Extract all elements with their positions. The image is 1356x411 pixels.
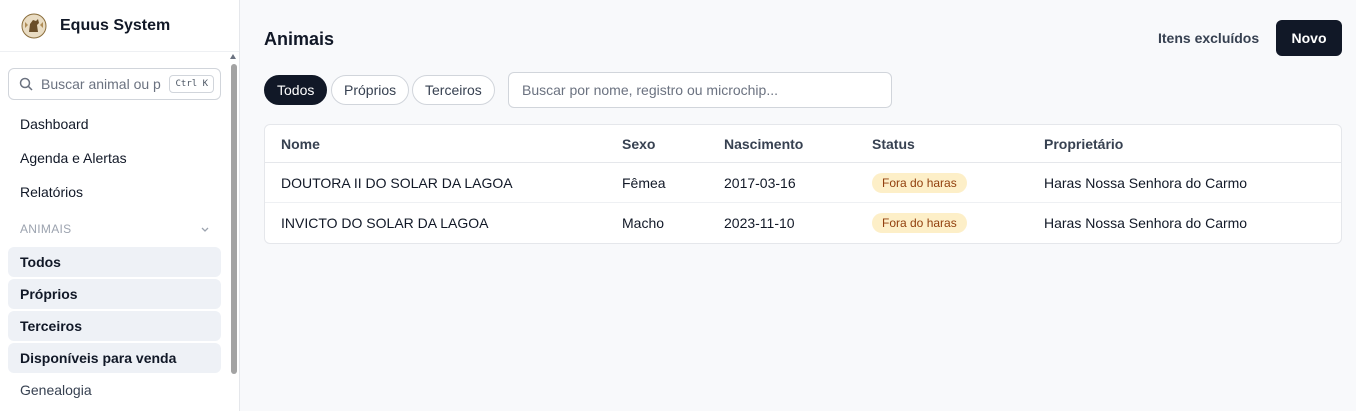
cell-sexo: Fêmea xyxy=(622,175,666,191)
brand[interactable]: Equus System xyxy=(0,0,239,52)
sidebar-item-venda[interactable]: Disponíveis para venda xyxy=(8,343,221,373)
sidebar-item-terceiros[interactable]: Terceiros xyxy=(8,311,221,341)
cell-nome: DOUTORA II DO SOLAR DA LAGOA xyxy=(281,175,513,191)
column-nome[interactable]: Nome xyxy=(281,136,320,152)
cell-nome: INVICTO DO SOLAR DA LAGOA xyxy=(281,215,489,231)
scroll-thumb[interactable] xyxy=(231,64,237,374)
sidebar-search-input[interactable] xyxy=(41,76,161,92)
section-label: ANIMAIS xyxy=(20,222,72,236)
column-nascimento[interactable]: Nascimento xyxy=(724,136,803,152)
app-title: Equus System xyxy=(60,16,171,34)
animals-table: Nome Sexo Nascimento Status Proprietário… xyxy=(264,124,1342,244)
table-header: Nome Sexo Nascimento Status Proprietário xyxy=(265,125,1341,163)
shortcut-badge: Ctrl K xyxy=(169,75,214,93)
status-badge: Fora do haras xyxy=(872,213,967,233)
sidebar-item-relatorios[interactable]: Relatórios xyxy=(20,184,83,200)
chevron-down-icon xyxy=(201,227,209,232)
filter-todos[interactable]: Todos xyxy=(264,75,328,105)
sidebar-item-todos[interactable]: Todos xyxy=(8,247,221,277)
sidebar-item-agenda[interactable]: Agenda e Alertas xyxy=(20,150,127,166)
table-row[interactable]: DOUTORA II DO SOLAR DA LAGOA Fêmea 2017-… xyxy=(265,163,1341,203)
column-proprietario[interactable]: Proprietário xyxy=(1044,136,1123,152)
section-animais[interactable]: ANIMAIS xyxy=(20,222,210,236)
cell-proprietario: Haras Nossa Senhora do Carmo xyxy=(1044,215,1248,231)
search-icon xyxy=(19,77,33,91)
column-status[interactable]: Status xyxy=(872,136,915,152)
status-badge: Fora do haras xyxy=(872,173,967,193)
table-row[interactable]: INVICTO DO SOLAR DA LAGOA Macho 2023-11-… xyxy=(265,203,1341,243)
column-sexo[interactable]: Sexo xyxy=(622,136,655,152)
sidebar-search[interactable]: Ctrl K xyxy=(8,68,221,100)
horse-crest-icon xyxy=(21,13,47,38)
animal-search-input[interactable] xyxy=(508,72,892,108)
cell-nascimento: 2023-11-10 xyxy=(724,215,795,231)
cell-proprietario: Haras Nossa Senhora do Carmo xyxy=(1044,175,1248,191)
sidebar-item-genealogia[interactable]: Genealogia xyxy=(20,382,92,398)
scroll-up-icon[interactable] xyxy=(230,54,236,59)
sidebar-item-proprios[interactable]: Próprios xyxy=(8,279,221,309)
deleted-items-button[interactable]: Itens excluídos xyxy=(1146,20,1271,56)
sidebar-scrollbar[interactable] xyxy=(229,52,239,411)
filter-proprios[interactable]: Próprios xyxy=(331,75,410,105)
sidebar-item-dashboard[interactable]: Dashboard xyxy=(20,116,89,132)
page-title: Animais xyxy=(264,29,335,49)
cell-sexo: Macho xyxy=(622,215,665,231)
sidebar: Equus System Ctrl K Dashboard Agenda e A… xyxy=(0,0,240,411)
cell-nascimento: 2017-03-16 xyxy=(724,175,796,191)
filter-terceiros[interactable]: Terceiros xyxy=(412,75,495,105)
new-button[interactable]: Novo xyxy=(1276,20,1342,56)
